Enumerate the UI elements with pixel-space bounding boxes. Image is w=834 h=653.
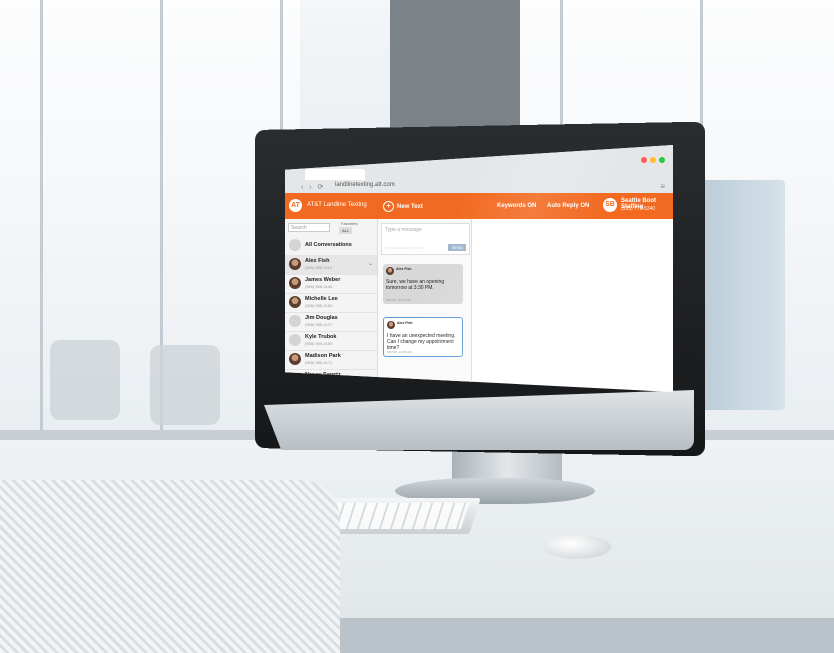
browser-menu-icon[interactable]: ≡ bbox=[660, 182, 665, 191]
avatar bbox=[289, 353, 301, 365]
conversation-name: James Weber bbox=[305, 277, 341, 283]
keywords-toggle[interactable]: Keywords ON bbox=[497, 203, 536, 209]
app-header: AT AT&T Landline Texting + New Text Keywo… bbox=[285, 193, 673, 219]
background-chair bbox=[50, 340, 120, 420]
app-title: AT&T Landline Texting bbox=[307, 202, 367, 208]
list-item[interactable]: James Weber (555) 555-0146 bbox=[285, 274, 377, 294]
background-chair bbox=[150, 345, 220, 425]
avatar bbox=[289, 334, 301, 346]
address-bar[interactable]: landlinetexting.att.com bbox=[335, 182, 395, 188]
avatar bbox=[289, 239, 301, 251]
message-sender: Alex Fish bbox=[396, 267, 412, 271]
conversation-name: Jim Douglas bbox=[305, 315, 338, 321]
conversation-phone: (555) 555-0112 bbox=[305, 265, 333, 270]
conversation-name: Madison Park bbox=[305, 353, 341, 359]
list-item[interactable]: Kyle Trubok (555) 555-0159 bbox=[285, 331, 377, 351]
browser-tab[interactable] bbox=[305, 169, 365, 180]
conversation-phone: (555) 555-0159 bbox=[305, 341, 333, 346]
maximize-dot-icon[interactable] bbox=[650, 157, 656, 163]
message-sender: Alex Fish bbox=[397, 321, 413, 325]
message-text: I have an unexpected meeting. Can I chan… bbox=[387, 333, 456, 351]
conversation-phone: (555) 555-0146 bbox=[305, 284, 333, 289]
conversation-phone: (555) 555-0171 bbox=[305, 360, 333, 365]
avatar bbox=[289, 277, 301, 289]
mouse bbox=[543, 535, 611, 559]
compose-char-dots: •••••••••••••••• bbox=[385, 245, 424, 250]
compose-box[interactable]: Type a message •••••••••••••••• SEND bbox=[381, 223, 470, 255]
chevron-down-icon[interactable]: ⌄ bbox=[368, 260, 373, 267]
minimize-dot-icon[interactable] bbox=[641, 157, 647, 163]
conversation-name: Kyle Trubok bbox=[305, 334, 337, 340]
compose-input[interactable]: Type a message bbox=[385, 227, 422, 233]
avatar bbox=[289, 315, 301, 327]
conversation-list: Search Favorites ALL All Conversations Al… bbox=[285, 219, 378, 392]
new-text-label: New Text bbox=[397, 204, 423, 210]
conversation-name: Michelle Lee bbox=[305, 296, 338, 302]
window-mullion bbox=[40, 0, 43, 470]
account-avatar[interactable]: SB bbox=[603, 198, 617, 212]
message-text: Sure, we have an opening tomorrow at 3:3… bbox=[386, 279, 445, 291]
message-bubble-outgoing[interactable]: Alex Fish Sure, we have an opening tomor… bbox=[383, 264, 463, 304]
send-button[interactable]: SEND bbox=[448, 244, 466, 251]
monitor-screen: ‹ › ⟳ landlinetexting.att.com ≡ AT AT&T … bbox=[285, 145, 673, 392]
avatar bbox=[289, 258, 301, 270]
avatar bbox=[289, 296, 301, 308]
avatar bbox=[387, 321, 395, 329]
filter-label: Favorites bbox=[341, 221, 358, 226]
conversation-phone: (555) 555-0127 bbox=[305, 322, 333, 327]
search-input[interactable]: Search bbox=[288, 223, 330, 232]
att-logo-icon: AT bbox=[289, 199, 302, 212]
list-item[interactable]: Madison Park (555) 555-0171 bbox=[285, 350, 377, 370]
close-dot-icon[interactable] bbox=[659, 157, 665, 163]
message-time: 6/27/16, 10:16 AM bbox=[386, 298, 411, 302]
filter-toggle[interactable]: ALL bbox=[339, 227, 353, 234]
browser-nav-icons[interactable]: ‹ › ⟳ bbox=[301, 183, 325, 191]
message-time: 6/27/16, 10:05 AM bbox=[387, 350, 412, 354]
list-item[interactable]: All Conversations bbox=[285, 236, 377, 256]
conversation-phone: (555) 555-0183 bbox=[305, 303, 333, 308]
message-bubble-incoming[interactable]: Alex Fish I have an unexpected meeting. … bbox=[383, 317, 463, 357]
plus-icon: + bbox=[383, 201, 394, 212]
foreground-chair bbox=[0, 480, 340, 653]
auto-reply-toggle[interactable]: Auto Reply ON bbox=[547, 203, 589, 209]
new-text-button[interactable]: + New Text bbox=[383, 201, 423, 212]
account-phone: (555) 777-5340 bbox=[621, 206, 656, 212]
message-thread: Type a message •••••••••••••••• SEND Ale… bbox=[378, 219, 472, 392]
list-item[interactable]: Jim Douglas (555) 555-0127 bbox=[285, 312, 377, 332]
conversation-name: Alex Fish bbox=[305, 258, 330, 264]
list-item[interactable]: Alex Fish (555) 555-0112 ⌄ bbox=[285, 255, 377, 275]
conversation-name: All Conversations bbox=[305, 242, 352, 248]
list-item[interactable]: Michelle Lee (555) 555-0183 bbox=[285, 293, 377, 313]
avatar bbox=[386, 267, 394, 275]
